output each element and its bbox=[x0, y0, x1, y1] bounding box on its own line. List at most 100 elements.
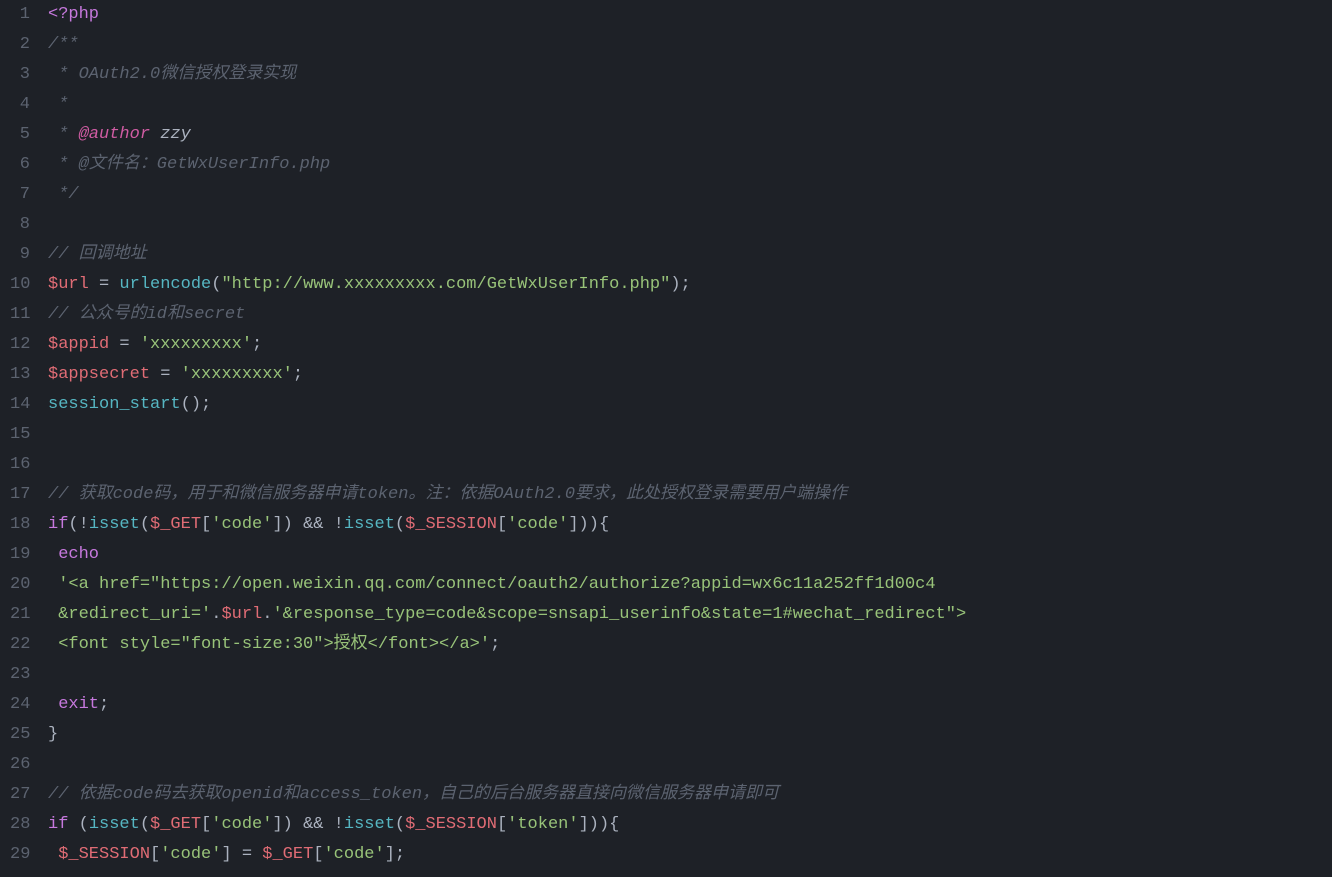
line-number: 5 bbox=[10, 120, 30, 150]
token: 'xxxxxxxxx' bbox=[181, 365, 293, 384]
token: "http://www.xxxxxxxxx.com/GetWxUserInfo.… bbox=[221, 275, 670, 294]
code-line[interactable]: exit; bbox=[48, 690, 1332, 720]
code-editor[interactable]: 1234567891011121314151617181920212223242… bbox=[0, 0, 1332, 877]
token: $url bbox=[221, 605, 262, 624]
token bbox=[48, 605, 58, 624]
code-line[interactable]: * bbox=[48, 90, 1332, 120]
code-line[interactable] bbox=[48, 420, 1332, 450]
token: if bbox=[48, 515, 68, 534]
code-line[interactable]: /** bbox=[48, 30, 1332, 60]
code-line[interactable]: &redirect_uri='.$url.'&response_type=cod… bbox=[48, 600, 1332, 630]
token: 'xxxxxxxxx' bbox=[140, 335, 252, 354]
code-line[interactable]: session_start(); bbox=[48, 390, 1332, 420]
token: <font style="font-size:30">授权</font></a>… bbox=[58, 635, 490, 654]
token: exit bbox=[58, 695, 99, 714]
code-area[interactable]: <?php /** * OAuth2.0微信授权登录实现 * * @author … bbox=[48, 0, 1332, 877]
code-line[interactable]: * @author zzy bbox=[48, 120, 1332, 150]
token bbox=[48, 695, 58, 714]
code-line[interactable]: // 公众号的id和secret bbox=[48, 300, 1332, 330]
token: $url bbox=[48, 275, 89, 294]
token: [ bbox=[201, 515, 211, 534]
token: $_GET bbox=[150, 515, 201, 534]
code-line[interactable]: $url = urlencode("http://www.xxxxxxxxx.c… bbox=[48, 270, 1332, 300]
token: . bbox=[211, 605, 221, 624]
token: ; bbox=[490, 635, 500, 654]
code-line[interactable]: $_SESSION['code'] = $_GET['code']; bbox=[48, 840, 1332, 870]
code-line[interactable]: // 获取code码，用于和微信服务器申请token。注：依据OAuth2.0要… bbox=[48, 480, 1332, 510]
token: ! bbox=[323, 515, 343, 534]
token: // 回调地址 bbox=[48, 245, 147, 264]
token: &redirect_uri=' bbox=[58, 605, 211, 624]
token: * OAuth2.0微信授权登录实现 bbox=[48, 65, 296, 84]
token: [ bbox=[497, 515, 507, 534]
token: * bbox=[48, 125, 79, 144]
line-number: 26 bbox=[10, 750, 30, 780]
token: if bbox=[48, 815, 68, 834]
line-number: 25 bbox=[10, 720, 30, 750]
token: $appsecret bbox=[48, 365, 150, 384]
line-number: 20 bbox=[10, 570, 30, 600]
token: isset bbox=[89, 815, 140, 834]
line-number: 24 bbox=[10, 690, 30, 720]
token: isset bbox=[89, 515, 140, 534]
token: '<a href="https://open.weixin.qq.com/con… bbox=[58, 575, 935, 594]
code-line[interactable]: if(!isset($_GET['code']) && !isset($_SES… bbox=[48, 510, 1332, 540]
token: <?php bbox=[48, 5, 99, 24]
line-number: 27 bbox=[10, 780, 30, 810]
line-number: 21 bbox=[10, 600, 30, 630]
code-line[interactable]: if (isset($_GET['code']) && !isset($_SES… bbox=[48, 810, 1332, 840]
line-number: 7 bbox=[10, 180, 30, 210]
code-line[interactable]: echo bbox=[48, 540, 1332, 570]
token: 'code' bbox=[160, 845, 221, 864]
code-line[interactable] bbox=[48, 750, 1332, 780]
code-line[interactable]: * @文件名：GetWxUserInfo.php bbox=[48, 150, 1332, 180]
token: * @文件名：GetWxUserInfo.php bbox=[48, 155, 330, 174]
code-line[interactable] bbox=[48, 450, 1332, 480]
code-line[interactable] bbox=[48, 660, 1332, 690]
code-line[interactable]: '<a href="https://open.weixin.qq.com/con… bbox=[48, 570, 1332, 600]
line-number: 22 bbox=[10, 630, 30, 660]
code-line[interactable]: $appsecret = 'xxxxxxxxx'; bbox=[48, 360, 1332, 390]
line-number: 9 bbox=[10, 240, 30, 270]
line-number: 2 bbox=[10, 30, 30, 60]
token: ); bbox=[670, 275, 690, 294]
token: = bbox=[109, 335, 140, 354]
code-line[interactable]: $appid = 'xxxxxxxxx'; bbox=[48, 330, 1332, 360]
line-number: 10 bbox=[10, 270, 30, 300]
line-number: 23 bbox=[10, 660, 30, 690]
code-line[interactable]: // 依据code码去获取openid和access_token，自己的后台服务… bbox=[48, 780, 1332, 810]
code-line[interactable]: */ bbox=[48, 180, 1332, 210]
line-number: 14 bbox=[10, 390, 30, 420]
token: ]; bbox=[385, 845, 405, 864]
token: '&response_type=code&scope=snsapi_userin… bbox=[272, 605, 966, 624]
token: $_SESSION bbox=[58, 845, 150, 864]
token: [ bbox=[313, 845, 323, 864]
code-line[interactable]: // 回调地址 bbox=[48, 240, 1332, 270]
code-line[interactable]: * OAuth2.0微信授权登录实现 bbox=[48, 60, 1332, 90]
line-number: 4 bbox=[10, 90, 30, 120]
token: [ bbox=[201, 815, 211, 834]
token: [ bbox=[150, 845, 160, 864]
line-number: 28 bbox=[10, 810, 30, 840]
token: [ bbox=[497, 815, 507, 834]
token: ])){ bbox=[568, 515, 609, 534]
token: ]) bbox=[272, 815, 303, 834]
token: ( bbox=[395, 815, 405, 834]
token: ; bbox=[252, 335, 262, 354]
token: 'code' bbox=[211, 515, 272, 534]
token: ( bbox=[140, 815, 150, 834]
token: ])){ bbox=[579, 815, 620, 834]
token: * bbox=[48, 95, 68, 114]
code-line[interactable]: <font style="font-size:30">授权</font></a>… bbox=[48, 630, 1332, 660]
line-number: 3 bbox=[10, 60, 30, 90]
line-number: 11 bbox=[10, 300, 30, 330]
code-line[interactable] bbox=[48, 210, 1332, 240]
code-line[interactable]: } bbox=[48, 720, 1332, 750]
code-line[interactable]: <?php bbox=[48, 0, 1332, 30]
token: echo bbox=[58, 545, 99, 564]
line-number-gutter: 1234567891011121314151617181920212223242… bbox=[0, 0, 48, 877]
line-number: 8 bbox=[10, 210, 30, 240]
token: (! bbox=[68, 515, 88, 534]
token: isset bbox=[344, 515, 395, 534]
token: = bbox=[89, 275, 120, 294]
